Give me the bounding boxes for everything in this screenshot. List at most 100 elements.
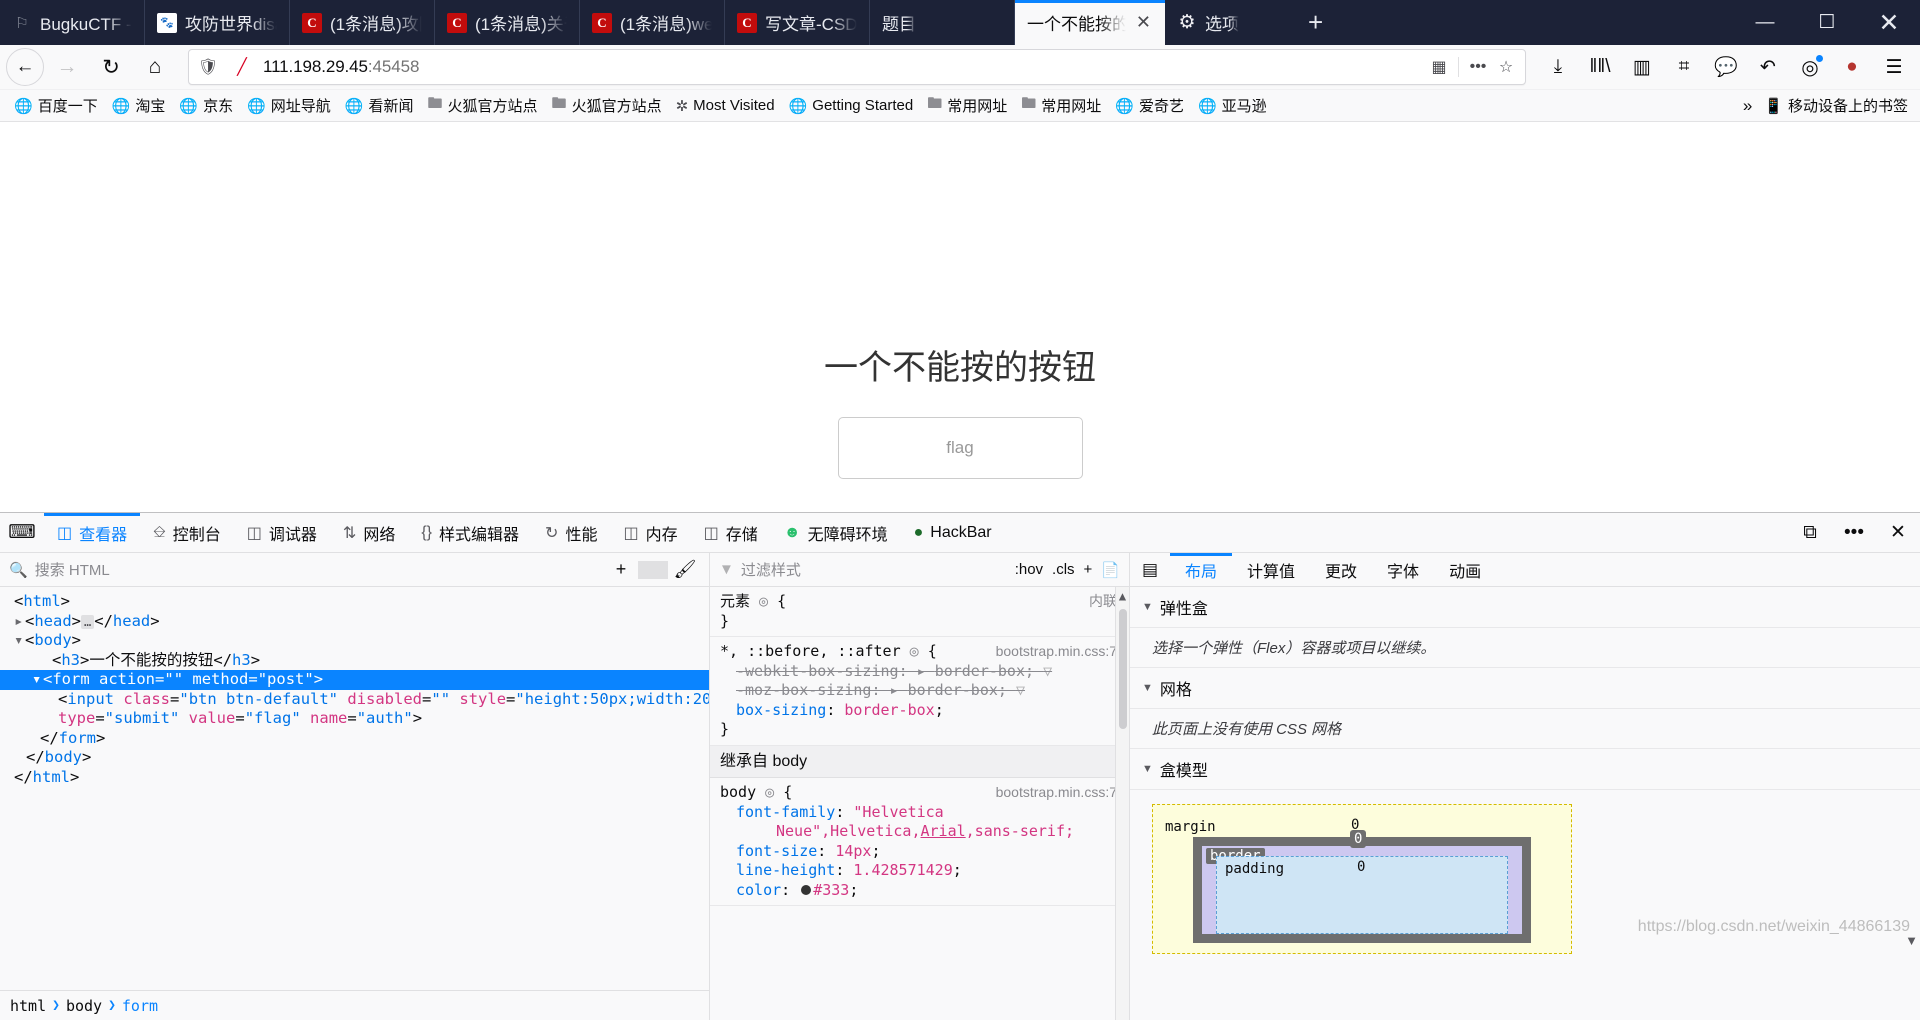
devtools-tab-console[interactable]: ⎒ 控制台 (140, 513, 234, 552)
rule-source[interactable]: bootstrap.min.css:7 (996, 642, 1117, 662)
dom-node[interactable]: type="submit" value="flag" name="auth"> (0, 709, 709, 729)
layout-tab-changes[interactable]: 更改 (1310, 553, 1372, 586)
separate-window-icon[interactable]: ⧉ (1788, 522, 1832, 544)
dom-node[interactable]: <html> (0, 592, 709, 612)
hamburger-menu-icon[interactable]: ☰ (1874, 49, 1914, 85)
dom-node[interactable]: </body> (0, 748, 709, 768)
bookmark-item[interactable]: 🌐 看新闻 (339, 92, 420, 119)
mobile-bookmarks-item[interactable]: 📱 移动设备上的书签 (1764, 95, 1912, 116)
flexbox-section-header[interactable]: ▼ 弹性盒 (1130, 587, 1920, 628)
account-icon[interactable]: ◎ (1790, 49, 1830, 85)
devtools-tab-performance[interactable]: ↻ 性能 (532, 513, 610, 552)
devtools-tab-style-editor[interactable]: {} 样式编辑器 (408, 513, 532, 552)
sidebar-icon[interactable]: ▥ (1622, 49, 1662, 85)
bookmarks-overflow-icon[interactable]: » (1733, 96, 1762, 116)
maximize-button[interactable]: ☐ (1796, 0, 1858, 45)
scrollbar-thumb[interactable] (1119, 609, 1127, 729)
devtools-tab-debugger[interactable]: ◫ 调试器 (234, 513, 330, 552)
dom-node[interactable]: </form> (0, 729, 709, 749)
devtools-tab-memory[interactable]: ◫ 内存 (610, 513, 690, 552)
css-declaration-overridden[interactable]: -moz-box-sizing: ▸ border-box; ▽ (720, 681, 1119, 701)
browser-tab-4[interactable]: C (1条消息)weix (580, 0, 725, 45)
collapse-arrow-icon[interactable]: ▾ (14, 631, 25, 651)
url-input[interactable]: 111.198.29.45:45458 (263, 57, 1418, 77)
browser-tab-options[interactable]: ⚙ 选项 (1165, 0, 1290, 45)
rule-selector[interactable]: body (720, 783, 756, 801)
browser-tab-6[interactable]: 题目 (870, 0, 1015, 45)
color-swatch[interactable] (801, 885, 812, 895)
filter-icon[interactable]: ▽ (1043, 662, 1052, 680)
forward-button[interactable]: → (46, 49, 88, 85)
downloads-icon[interactable]: ⤓ (1538, 49, 1578, 85)
rule-source[interactable]: 内联 (1089, 592, 1117, 612)
bookmark-folder[interactable]: 🖿 火狐官方站点 (422, 90, 544, 121)
undo-icon[interactable]: ↶ (1748, 49, 1788, 85)
target-icon[interactable]: ◎ (765, 783, 774, 803)
bookmark-item[interactable]: 🌐 亚马逊 (1192, 92, 1273, 119)
print-style-icon[interactable]: 📄 (1101, 561, 1120, 579)
dom-node[interactable]: ▾ <body> (0, 631, 709, 651)
bookmark-item[interactable]: 🌐 网址导航 (241, 92, 337, 119)
css-declaration[interactable]: color: #333; (720, 881, 1119, 901)
dom-node[interactable]: <input class="btn btn-default" disabled=… (0, 690, 709, 710)
dom-node[interactable]: <h3>一个不能按的按钮</h3> (0, 651, 709, 671)
bookmark-item-getting-started[interactable]: 🌐 Getting Started (783, 94, 920, 118)
browser-tab-3[interactable]: C (1条消息)关于 (435, 0, 580, 45)
breadcrumb-item-html[interactable]: html (10, 997, 46, 1015)
padding-top-value[interactable]: 0 (1357, 859, 1365, 875)
qr-code-icon[interactable]: ▦ (1426, 57, 1452, 77)
devtools-close-icon[interactable]: ✕ (1876, 521, 1920, 544)
browser-tab-5[interactable]: C 写文章-CSDN (725, 0, 870, 45)
screenshot-icon[interactable]: ⌗ (1664, 49, 1704, 85)
page-actions-icon[interactable]: ••• (1465, 58, 1491, 76)
rule-selector[interactable]: *, ::before, ::after (720, 642, 901, 660)
scroll-down-icon[interactable]: ▼ (1905, 933, 1918, 948)
css-declaration[interactable]: font-size: 14px; (720, 842, 1119, 862)
css-declaration-overridden[interactable]: -webkit-box-sizing: ▸ border-box; ▽ (720, 662, 1119, 682)
filter-styles-input[interactable]: 过滤样式 (741, 559, 801, 580)
url-bar[interactable]: 🛡 ╱ 111.198.29.45:45458 ▦ ••• ☆ (188, 49, 1526, 85)
bookmark-item[interactable]: 🌐 京东 (173, 92, 239, 119)
pocket-icon[interactable]: 💬 (1706, 49, 1746, 85)
new-tab-button[interactable]: + (1290, 0, 1341, 45)
browser-tab-2[interactable]: C (1条消息)攻防 (290, 0, 435, 45)
grid-section-header[interactable]: ▼ 网格 (1130, 668, 1920, 709)
add-node-button[interactable]: + (606, 559, 636, 580)
devtools-tab-hackbar[interactable]: ● HackBar (901, 513, 1005, 552)
library-icon[interactable]: ‖‖\ (1580, 49, 1620, 85)
shield-blocker-icon[interactable]: ● (1832, 49, 1872, 85)
bookmark-item-most-visited[interactable]: ✲ Most Visited (670, 94, 781, 118)
devtools-tab-inspector[interactable]: ◫ 查看器 (44, 513, 141, 552)
bookmark-folder[interactable]: 🖿 常用网址 (1015, 90, 1107, 121)
window-close-button[interactable]: ✕ (1858, 0, 1920, 45)
element-picker-icon[interactable]: ⌨ (0, 513, 44, 552)
minimize-button[interactable]: — (1734, 0, 1796, 45)
rule-selector[interactable]: 元素 (720, 592, 750, 610)
css-declaration[interactable]: box-sizing: border-box; (720, 701, 1119, 721)
box-model-padding[interactable]: padding 0 (1216, 856, 1508, 934)
search-html-input[interactable]: 搜索 HTML (35, 559, 110, 580)
box-model-border[interactable]: border 0 padding 0 (1193, 830, 1531, 943)
flag-submit-button[interactable]: flag (837, 417, 1083, 479)
eyedropper-icon[interactable]: 🖌 (670, 559, 700, 580)
shield-icon[interactable]: 🛡 (195, 57, 221, 77)
bookmark-item[interactable]: 🌐 淘宝 (106, 92, 172, 119)
devtools-tab-storage[interactable]: ◫ 存储 (691, 513, 771, 552)
browser-tab-1[interactable]: 🐾 攻防世界disab (145, 0, 290, 45)
bookmark-star-icon[interactable]: ☆ (1493, 57, 1519, 77)
split-console-icon[interactable]: ▤ (1130, 553, 1170, 586)
hov-button[interactable]: :hov (1015, 561, 1043, 578)
add-rule-button[interactable]: + (1084, 561, 1093, 578)
layout-tab-fonts[interactable]: 字体 (1372, 553, 1434, 586)
devtools-tab-accessibility[interactable]: ☻ 无障碍环境 (771, 513, 901, 552)
layout-tab-computed[interactable]: 计算值 (1232, 553, 1310, 586)
scroll-up-icon[interactable]: ▲ (1116, 587, 1129, 607)
close-icon[interactable]: ✕ (1134, 12, 1153, 33)
expand-arrow-icon[interactable]: ▸ (14, 612, 25, 632)
layout-tab-layout[interactable]: 布局 (1170, 553, 1233, 586)
dom-node-selected[interactable]: ▾ <form action="" method="post"> (0, 670, 709, 690)
box-model-margin[interactable]: margin 0 border 0 padding 0 (1152, 804, 1572, 954)
reload-button[interactable]: ↻ (90, 49, 132, 85)
bookmark-item[interactable]: 🌐 百度一下 (8, 92, 104, 119)
bookmark-folder[interactable]: 🖿 火狐官方站点 (546, 90, 668, 121)
